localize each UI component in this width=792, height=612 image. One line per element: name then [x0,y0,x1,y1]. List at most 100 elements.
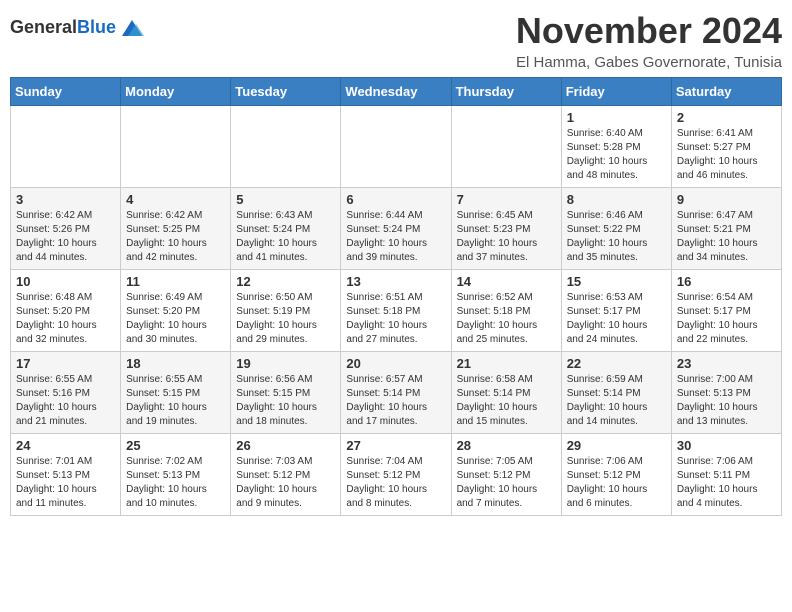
calendar-header-friday: Friday [561,78,671,106]
calendar-header-wednesday: Wednesday [341,78,451,106]
day-info: Sunrise: 6:57 AMSunset: 5:14 PMDaylight:… [346,373,445,429]
day-number: 30 [677,438,776,453]
day-info: Sunrise: 6:46 AMSunset: 5:22 PMDaylight:… [567,209,666,265]
day-info: Sunrise: 6:49 AMSunset: 5:20 PMDaylight:… [126,291,225,347]
day-number: 27 [346,438,445,453]
day-info: Sunrise: 6:40 AMSunset: 5:28 PMDaylight:… [567,127,666,183]
logo-general-text: General [10,17,77,37]
calendar-cell [451,106,561,188]
day-number: 6 [346,192,445,207]
day-info: Sunrise: 6:59 AMSunset: 5:14 PMDaylight:… [567,373,666,429]
calendar-cell: 27 Sunrise: 7:04 AMSunset: 5:12 PMDayligh… [341,434,451,516]
calendar-header-row: SundayMondayTuesdayWednesdayThursdayFrid… [11,78,782,106]
location-subtitle: El Hamma, Gabes Governorate, Tunisia [516,54,782,71]
day-number: 1 [567,110,666,125]
day-number: 28 [457,438,556,453]
day-number: 16 [677,274,776,289]
day-info: Sunrise: 6:58 AMSunset: 5:14 PMDaylight:… [457,373,556,429]
calendar-cell: 14 Sunrise: 6:52 AMSunset: 5:18 PMDayligh… [451,270,561,352]
calendar-header-thursday: Thursday [451,78,561,106]
day-number: 7 [457,192,556,207]
day-number: 26 [236,438,335,453]
day-number: 3 [16,192,115,207]
calendar-cell: 7 Sunrise: 6:45 AMSunset: 5:23 PMDaylight… [451,188,561,270]
day-info: Sunrise: 7:01 AMSunset: 5:13 PMDaylight:… [16,455,115,511]
calendar-header-tuesday: Tuesday [231,78,341,106]
calendar-week-row: 3 Sunrise: 6:42 AMSunset: 5:26 PMDaylight… [11,188,782,270]
calendar-header-sunday: Sunday [11,78,121,106]
day-info: Sunrise: 6:41 AMSunset: 5:27 PMDaylight:… [677,127,776,183]
day-number: 9 [677,192,776,207]
month-title: November 2024 [516,10,782,52]
day-number: 29 [567,438,666,453]
calendar-table: SundayMondayTuesdayWednesdayThursdayFrid… [10,77,782,516]
day-number: 21 [457,356,556,371]
calendar-cell [341,106,451,188]
day-info: Sunrise: 6:55 AMSunset: 5:15 PMDaylight:… [126,373,225,429]
day-number: 8 [567,192,666,207]
calendar-cell: 4 Sunrise: 6:42 AMSunset: 5:25 PMDaylight… [121,188,231,270]
day-number: 2 [677,110,776,125]
day-info: Sunrise: 7:02 AMSunset: 5:13 PMDaylight:… [126,455,225,511]
day-info: Sunrise: 6:45 AMSunset: 5:23 PMDaylight:… [457,209,556,265]
calendar-cell: 29 Sunrise: 7:06 AMSunset: 5:12 PMDayligh… [561,434,671,516]
calendar-cell: 5 Sunrise: 6:43 AMSunset: 5:24 PMDaylight… [231,188,341,270]
day-number: 23 [677,356,776,371]
day-info: Sunrise: 6:43 AMSunset: 5:24 PMDaylight:… [236,209,335,265]
calendar-cell [231,106,341,188]
logo-blue-text: Blue [77,17,116,37]
calendar-cell: 22 Sunrise: 6:59 AMSunset: 5:14 PMDayligh… [561,352,671,434]
day-number: 24 [16,438,115,453]
calendar-week-row: 24 Sunrise: 7:01 AMSunset: 5:13 PMDayligh… [11,434,782,516]
title-block: November 2024 El Hamma, Gabes Governorat… [516,10,782,71]
day-number: 20 [346,356,445,371]
day-info: Sunrise: 7:03 AMSunset: 5:12 PMDaylight:… [236,455,335,511]
day-info: Sunrise: 6:52 AMSunset: 5:18 PMDaylight:… [457,291,556,347]
calendar-cell: 17Sunrise: 6:55 AMSunset: 5:16 PMDayligh… [11,352,121,434]
calendar-week-row: 10 Sunrise: 6:48 AMSunset: 5:20 PMDayligh… [11,270,782,352]
calendar-cell: 18Sunrise: 6:55 AMSunset: 5:15 PMDayligh… [121,352,231,434]
calendar-cell: 30 Sunrise: 7:06 AMSunset: 5:11 PMDayligh… [671,434,781,516]
day-info: Sunrise: 6:48 AMSunset: 5:20 PMDaylight:… [16,291,115,347]
day-info: Sunrise: 7:04 AMSunset: 5:12 PMDaylight:… [346,455,445,511]
calendar-week-row: 1 Sunrise: 6:40 AMSunset: 5:28 PMDaylight… [11,106,782,188]
calendar-cell: 25Sunrise: 7:02 AMSunset: 5:13 PMDayligh… [121,434,231,516]
calendar-cell: 19Sunrise: 6:56 AMSunset: 5:15 PMDayligh… [231,352,341,434]
day-number: 4 [126,192,225,207]
calendar-cell: 10 Sunrise: 6:48 AMSunset: 5:20 PMDayligh… [11,270,121,352]
day-number: 13 [346,274,445,289]
day-number: 5 [236,192,335,207]
day-info: Sunrise: 6:54 AMSunset: 5:17 PMDaylight:… [677,291,776,347]
calendar-header-saturday: Saturday [671,78,781,106]
logo-icon [118,14,146,42]
calendar-cell: 21 Sunrise: 6:58 AMSunset: 5:14 PMDayligh… [451,352,561,434]
day-number: 17 [16,356,115,371]
calendar-cell: 6Sunrise: 6:44 AMSunset: 5:24 PMDaylight… [341,188,451,270]
calendar-cell: 23Sunrise: 7:00 AMSunset: 5:13 PMDayligh… [671,352,781,434]
calendar-cell: 24 Sunrise: 7:01 AMSunset: 5:13 PMDayligh… [11,434,121,516]
day-info: Sunrise: 7:06 AMSunset: 5:11 PMDaylight:… [677,455,776,511]
day-number: 10 [16,274,115,289]
day-info: Sunrise: 7:05 AMSunset: 5:12 PMDaylight:… [457,455,556,511]
day-number: 11 [126,274,225,289]
day-info: Sunrise: 7:06 AMSunset: 5:12 PMDaylight:… [567,455,666,511]
calendar-cell: 20 Sunrise: 6:57 AMSunset: 5:14 PMDayligh… [341,352,451,434]
day-info: Sunrise: 6:42 AMSunset: 5:25 PMDaylight:… [126,209,225,265]
page-header: GeneralBlue November 2024 El Hamma, Gabe… [10,10,782,71]
calendar-cell: 9Sunrise: 6:47 AMSunset: 5:21 PMDaylight… [671,188,781,270]
day-info: Sunrise: 6:50 AMSunset: 5:19 PMDaylight:… [236,291,335,347]
day-info: Sunrise: 6:42 AMSunset: 5:26 PMDaylight:… [16,209,115,265]
day-number: 12 [236,274,335,289]
day-info: Sunrise: 6:51 AMSunset: 5:18 PMDaylight:… [346,291,445,347]
calendar-cell: 13 Sunrise: 6:51 AMSunset: 5:18 PMDayligh… [341,270,451,352]
day-number: 14 [457,274,556,289]
calendar-cell: 12 Sunrise: 6:50 AMSunset: 5:19 PMDayligh… [231,270,341,352]
calendar-week-row: 17Sunrise: 6:55 AMSunset: 5:16 PMDayligh… [11,352,782,434]
calendar-cell [121,106,231,188]
calendar-cell: 8 Sunrise: 6:46 AMSunset: 5:22 PMDaylight… [561,188,671,270]
logo: GeneralBlue [10,14,146,42]
calendar-cell [11,106,121,188]
day-number: 22 [567,356,666,371]
day-info: Sunrise: 6:56 AMSunset: 5:15 PMDaylight:… [236,373,335,429]
day-info: Sunrise: 6:53 AMSunset: 5:17 PMDaylight:… [567,291,666,347]
